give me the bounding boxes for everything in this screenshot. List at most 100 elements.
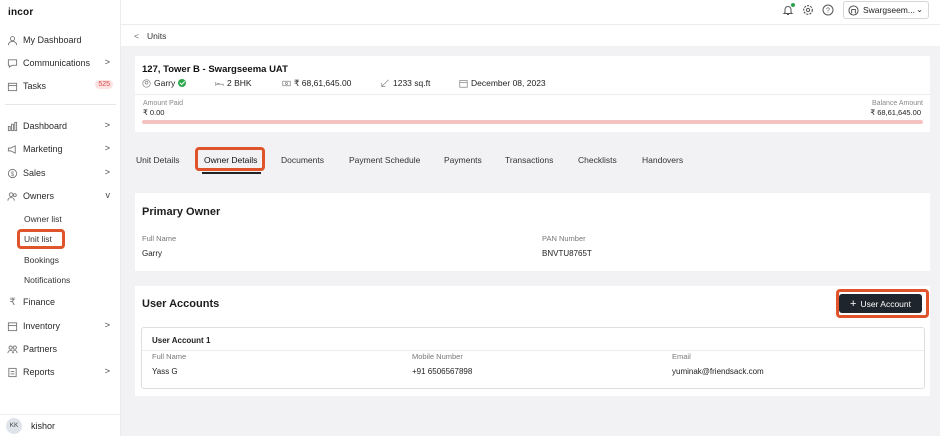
chart-icon xyxy=(7,121,18,132)
pan-number-value: BNVTU8765T xyxy=(542,249,592,258)
payment-progress-bar xyxy=(142,120,923,124)
user-icon xyxy=(142,78,151,88)
sidebar-user[interactable]: KK kishor xyxy=(0,414,121,436)
user-icon xyxy=(7,35,18,46)
user-accounts-card: User Accounts + User Account User Accoun… xyxy=(135,286,930,396)
account-mobile-value: +91 6506567898 xyxy=(412,367,473,376)
unit-area-value: 1233 sq.ft xyxy=(393,78,431,88)
breadcrumb-units[interactable]: Units xyxy=(147,31,166,41)
tab-transactions[interactable]: Transactions xyxy=(505,155,553,165)
sidebar-item-label: Partners xyxy=(23,344,58,354)
chevron-right-icon: > xyxy=(104,143,110,153)
megaphone-icon xyxy=(7,144,18,155)
sidebar-item-reports[interactable]: Reports > xyxy=(0,363,121,381)
unit-date: December 08, 2023 xyxy=(459,78,546,88)
sidebar-item-label: My Dashboard xyxy=(23,35,82,45)
user-account-title: User Account 1 xyxy=(152,336,211,345)
sidebar-item-my-dashboard[interactable]: My Dashboard xyxy=(0,31,121,49)
calendar-icon xyxy=(459,79,468,88)
sidebar-item-owners[interactable]: Owners v xyxy=(0,187,121,205)
account-email-label: Email xyxy=(672,352,691,361)
chevron-right-icon: > xyxy=(104,366,110,376)
unit-price-value: ₹ 68,61,645.00 xyxy=(294,78,352,88)
chevron-right-icon: > xyxy=(104,320,110,330)
tasks-count-badge: 525 xyxy=(95,80,113,89)
breadcrumb: < Units xyxy=(121,24,940,46)
tab-payment-schedule[interactable]: Payment Schedule xyxy=(349,155,420,165)
unit-area: 1233 sq.ft xyxy=(381,78,430,88)
pan-number-label: PAN Number xyxy=(542,234,586,243)
tab-documents[interactable]: Documents xyxy=(281,155,324,165)
account-full-name-value: Yass G xyxy=(152,367,178,376)
chevron-down-icon: v xyxy=(105,190,111,200)
unit-price: ₹ 68,61,645.00 xyxy=(282,78,351,89)
sidebar-item-communications[interactable]: Communications > xyxy=(0,54,121,72)
sidebar-item-sales[interactable]: $ Sales > xyxy=(0,164,121,182)
sidebar-item-marketing[interactable]: Marketing > xyxy=(0,140,121,158)
balance-amount-value: ₹ 68,61,645.00 xyxy=(870,108,921,117)
sidebar-item-partners[interactable]: Partners xyxy=(0,340,121,358)
balance-amount-label: Balance Amount xyxy=(872,100,923,107)
sidebar-item-label: Dashboard xyxy=(23,121,68,131)
gear-icon[interactable] xyxy=(802,4,814,16)
tab-checklists[interactable]: Checklists xyxy=(578,155,617,165)
sidebar-subitem-bookings[interactable]: Bookings xyxy=(24,255,59,265)
unit-title: 127, Tower B - Swargseema UAT xyxy=(142,64,288,75)
user-accounts-title: User Accounts xyxy=(142,298,220,310)
sidebar: incor My Dashboard Communications > Task… xyxy=(0,0,121,436)
verified-check-icon xyxy=(178,79,187,87)
help-icon[interactable]: ? xyxy=(822,4,834,16)
rupee-icon: ₹ xyxy=(9,296,16,308)
sidebar-item-dashboard[interactable]: Dashboard > xyxy=(0,117,121,135)
active-tab-indicator xyxy=(202,172,261,174)
back-chevron-icon[interactable]: < xyxy=(134,31,139,41)
building-icon xyxy=(848,4,859,16)
report-icon xyxy=(7,367,18,378)
notification-dot xyxy=(791,3,795,7)
money-icon xyxy=(282,79,291,88)
chevron-right-icon: > xyxy=(104,57,110,67)
unit-owner: Garry xyxy=(142,78,187,88)
amount-paid-label: Amount Paid xyxy=(143,100,184,107)
bed-icon xyxy=(215,79,224,88)
tab-payments[interactable]: Payments xyxy=(444,155,482,165)
sidebar-subitem-notifications[interactable]: Notifications xyxy=(24,275,70,285)
sidebar-item-label: Sales xyxy=(23,168,46,178)
account-mobile-label: Mobile Number xyxy=(412,352,463,361)
project-selector[interactable]: Swargseem... ⌄ xyxy=(843,1,929,19)
sidebar-subitem-owner-list[interactable]: Owner list xyxy=(24,214,62,224)
app-logo[interactable]: incor xyxy=(8,7,33,18)
primary-owner-card: Primary Owner Full Name Garry PAN Number… xyxy=(135,193,930,271)
sidebar-item-label: Marketing xyxy=(23,144,63,154)
sidebar-item-label: Communications xyxy=(23,58,91,68)
sidebar-item-inventory[interactable]: Inventory > xyxy=(0,317,121,335)
box-icon xyxy=(7,321,18,332)
highlight-box-add-user-account xyxy=(836,289,929,318)
sidebar-item-label: Reports xyxy=(23,367,55,377)
account-email-value: yuminak@friendsack.com xyxy=(672,367,764,376)
chevron-right-icon: > xyxy=(104,120,110,130)
sidebar-divider xyxy=(5,104,116,105)
card-divider xyxy=(135,94,930,95)
topbar: ? xyxy=(121,0,940,24)
chevron-down-icon: ⌄ xyxy=(916,5,923,14)
chevron-right-icon: > xyxy=(104,167,110,177)
svg-text:?: ? xyxy=(826,8,830,15)
tab-unit-details[interactable]: Unit Details xyxy=(136,155,179,165)
sidebar-item-label: Owners xyxy=(23,191,55,201)
chat-icon xyxy=(7,58,18,69)
tab-handovers[interactable]: Handovers xyxy=(642,155,683,165)
calendar-icon xyxy=(7,81,18,92)
unit-config-value: 2 BHK xyxy=(227,78,252,88)
sidebar-item-finance[interactable]: ₹ Finance xyxy=(0,293,121,311)
partners-icon xyxy=(7,344,18,355)
primary-owner-title: Primary Owner xyxy=(142,206,221,218)
user-account-item: User Account 1 Full Name Yass G Mobile N… xyxy=(141,327,925,389)
unit-owner-name: Garry xyxy=(154,78,176,88)
full-name-value: Garry xyxy=(142,249,162,258)
sidebar-item-label: Inventory xyxy=(23,321,61,331)
sidebar-item-tasks[interactable]: Tasks 525 xyxy=(0,77,121,95)
area-icon xyxy=(381,78,390,88)
sidebar-item-label: Finance xyxy=(23,297,56,307)
full-name-label: Full Name xyxy=(142,234,177,243)
